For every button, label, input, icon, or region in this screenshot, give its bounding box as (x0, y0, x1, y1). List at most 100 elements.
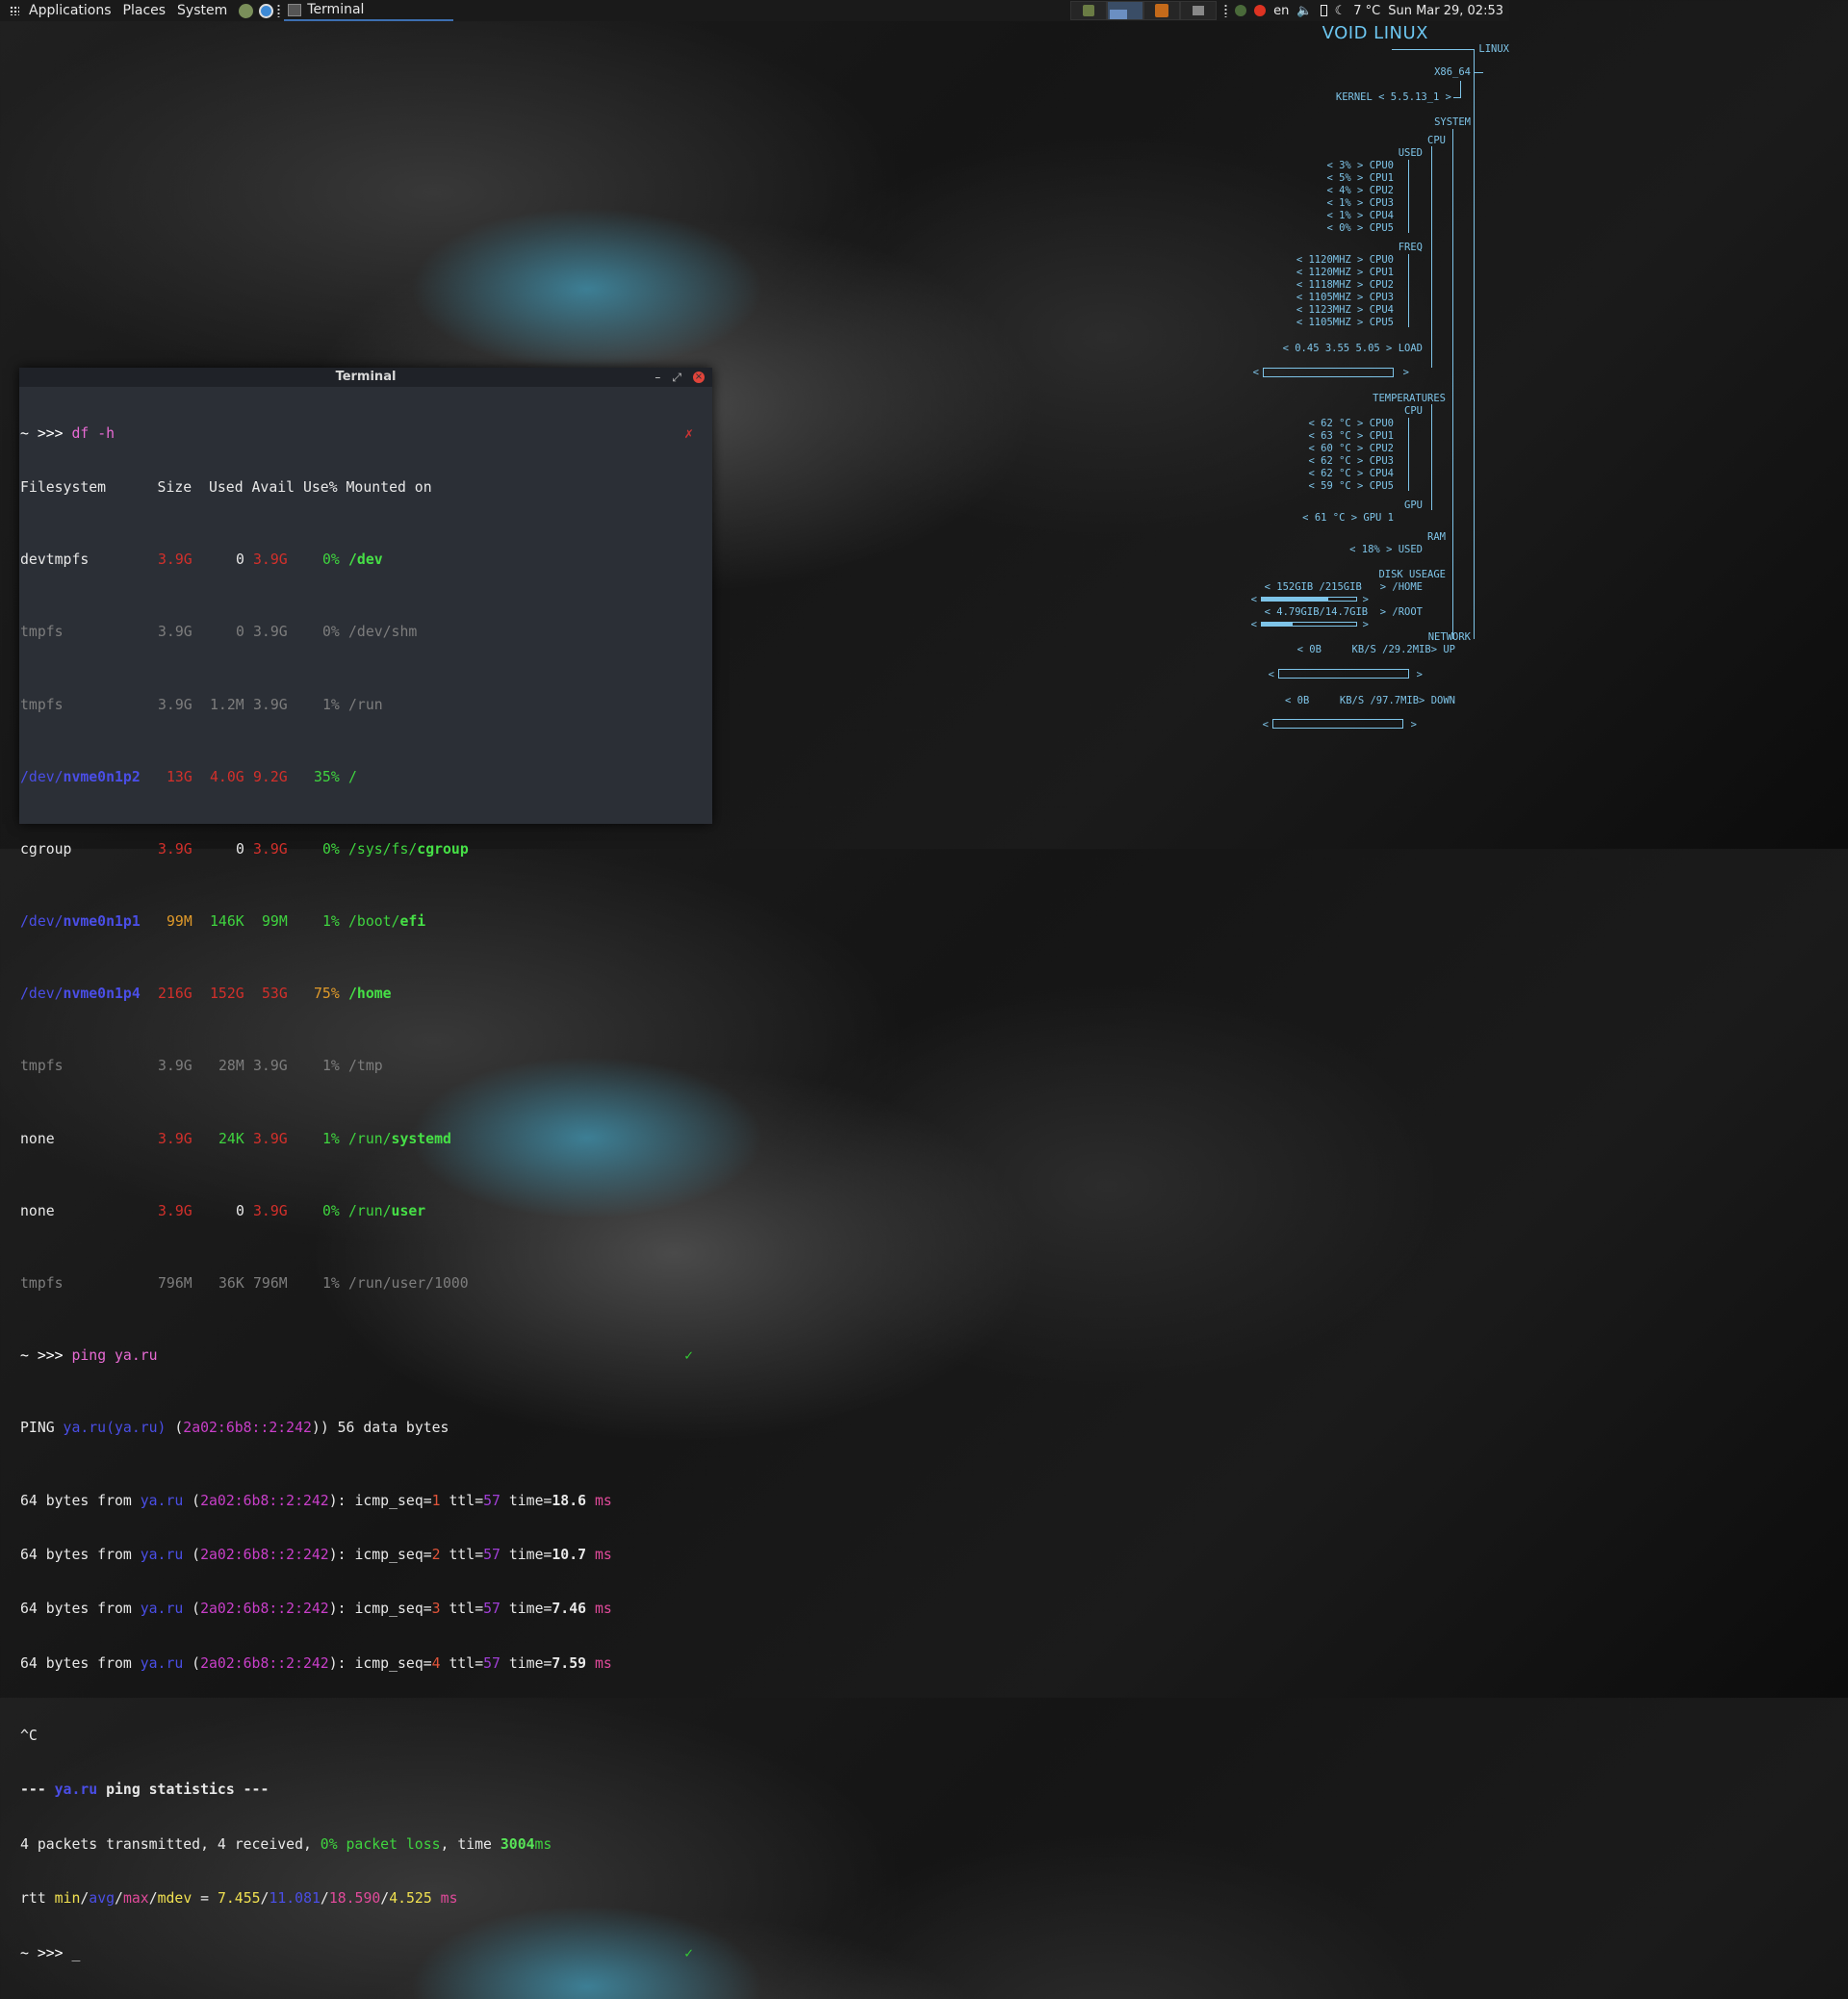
taskbar-terminal[interactable]: Terminal (284, 0, 454, 21)
minimize-icon[interactable]: – (654, 368, 660, 387)
disk-root: < 4.79GIB/14.7GIB > /ROOT (1264, 606, 1423, 618)
interrupt-line: ^C (20, 1727, 38, 1744)
battery-icon[interactable] (1320, 5, 1327, 16)
up-bar-lt: < (1268, 669, 1274, 680)
system-tray: en 🔈 ☾ 7 °C Sun Mar 29, 02:53 (1070, 0, 1509, 21)
ping-stats-rtt: rtt min/avg/max/mdev = 7.455/11.081/18.5… (20, 1890, 458, 1908)
workspace-1[interactable] (1070, 1, 1108, 20)
df-row: /dev/nvme0n1p1 99M 146K 99M 1%/boot/efi (20, 913, 426, 931)
gpu-temp: < 61 °C > GPU 1 (1302, 512, 1394, 524)
ping-line: 64 bytes from ya.ru (2a02:6b8::2:242): i… (20, 1601, 612, 1618)
close-icon[interactable]: × (693, 372, 705, 383)
temp-cpu-4: < 62 °C > CPU4 (1308, 468, 1394, 479)
terminal-icon (288, 3, 302, 16)
conky-system: SYSTEM (1434, 116, 1471, 128)
conky-monitor: VOID LINUX LINUX X86_64 KERNEL < 5.5.13_… (1220, 23, 1509, 774)
df-row: tmpfs 3.9G 28M 3.9G 1%/tmp (20, 1058, 383, 1075)
cpu-used-1: < 5% > CPU1 (1326, 172, 1394, 184)
df-row: devtmpfs 3.9G 0 3.9G 0%/dev (20, 551, 383, 569)
cpu-used-4: < 1% > CPU4 (1326, 210, 1394, 221)
ping-stats-header: --- ya.ru ping statistics --- (20, 1781, 270, 1799)
browser-icon[interactable] (259, 3, 274, 18)
net-down-graph (1272, 719, 1403, 729)
conky-title: VOID LINUX (1322, 23, 1428, 43)
cpu-freq-5: < 1105MHZ > CPU5 (1296, 317, 1394, 328)
conky-linux: LINUX (1478, 43, 1509, 55)
keyboard-layout[interactable]: en (1273, 4, 1289, 18)
volume-icon[interactable]: 🔈 (1296, 4, 1312, 18)
menu-applications[interactable]: Applications (23, 0, 117, 21)
cpu-used-0: < 3% > CPU0 (1326, 160, 1394, 171)
ok-status-icon: ✓ (684, 1347, 693, 1365)
terminal-output[interactable]: ~ >>> df -h ✗ Filesystem Size Used Avail … (19, 387, 712, 1999)
tray-separator (1224, 4, 1228, 17)
maximize-icon[interactable]: ⤢ (672, 368, 681, 387)
cpu-freq-4: < 1123MHZ > CPU4 (1296, 304, 1394, 316)
conky-disk: DISK USEAGE (1378, 569, 1446, 580)
df-row: none 3.9G 24K 3.9G 1%/run/systemd (20, 1130, 451, 1147)
conky-cpu: CPU (1427, 135, 1446, 146)
conky-arch: X86_64 (1434, 66, 1471, 78)
prompt: ~ >>> (20, 1347, 64, 1365)
load-bar-lt: < (1252, 367, 1259, 378)
df-row: none 3.9G 0 3.9G 0%/run/user (20, 1202, 426, 1219)
menu-system[interactable]: System (171, 0, 233, 21)
temp-cpu-0: < 62 °C > CPU0 (1308, 418, 1394, 429)
temp-cpu-2: < 60 °C > CPU2 (1308, 443, 1394, 454)
workspace-3[interactable] (1143, 1, 1181, 20)
ping-line: 64 bytes from ya.ru (2a02:6b8::2:242): i… (20, 1654, 612, 1672)
weather-text[interactable]: 7 °C (1353, 4, 1380, 18)
top-panel: Applications Places System Terminal en 🔈… (0, 0, 1509, 21)
temp-cpu-5: < 59 °C > CPU5 (1308, 480, 1394, 492)
prompt: ~ >>> (20, 1944, 64, 1961)
workspace-2[interactable] (1107, 1, 1144, 20)
df-row: tmpfs 3.9G 1.2M 3.9G 1%/run (20, 696, 383, 713)
net-down: < 0B KB/S /97.7MIB> DOWN (1284, 695, 1455, 706)
menu-places[interactable]: Places (117, 0, 172, 21)
cpu-freq-1: < 1120MHZ > CPU1 (1296, 267, 1394, 278)
conky-freq-label: FREQ (1398, 242, 1423, 253)
terminal-window[interactable]: Terminal – ⤢ × ~ >>> df -h ✗ Filesystem S… (19, 368, 712, 1961)
taskbar-terminal-label: Terminal (307, 2, 365, 17)
disk-home: < 152GIB /215GIB > /HOME (1264, 581, 1423, 593)
ok-status-icon: ✓ (684, 1944, 693, 1961)
prompt: ~ >>> (20, 424, 64, 442)
net-up: < 0B KB/S /29.2MIB> UP (1296, 644, 1455, 655)
net-up-graph (1278, 669, 1409, 679)
temp-cpu-3: < 62 °C > CPU3 (1308, 455, 1394, 467)
workspace-switcher (1070, 1, 1218, 20)
df-row: /dev/nvme0n1p2 13G 4.0G 9.2G 35% / (20, 768, 357, 785)
terminal-title: Terminal (335, 370, 397, 384)
cpu-freq-0: < 1120MHZ > CPU0 (1296, 254, 1394, 266)
root-bar-gt: > (1362, 619, 1369, 630)
conky-temp-cpu: CPU (1404, 405, 1423, 417)
conky-used-label: USED (1398, 147, 1423, 159)
launcher-icon[interactable] (239, 3, 254, 18)
conky-ram: RAM (1427, 531, 1446, 543)
ping-line: 64 bytes from ya.ru (2a02:6b8::2:242): i… (20, 1547, 612, 1563)
ping-stats-tx: 4 packets transmitted, 4 received, 0% pa… (20, 1835, 552, 1853)
clock[interactable]: Sun Mar 29, 02:53 (1388, 4, 1503, 18)
terminal-titlebar[interactable]: Terminal – ⤢ × (19, 368, 712, 387)
tray-alert-icon[interactable] (1254, 5, 1267, 16)
conky-network: NETWORK (1427, 631, 1471, 643)
load-bar-gt: > (1402, 367, 1409, 378)
apps-grid-icon[interactable] (10, 6, 19, 15)
root-bar-lt: < (1250, 619, 1257, 630)
command: ping ya.ru (71, 1347, 158, 1365)
cpu-used-3: < 1% > CPU3 (1326, 197, 1394, 209)
conky-kernel: KERNEL < 5.5.13_1 > (1335, 91, 1451, 103)
workspace-4[interactable] (1180, 1, 1218, 20)
tray-app-icon[interactable] (1235, 5, 1247, 16)
root-disk-bar (1261, 622, 1357, 627)
home-bar-lt: < (1250, 594, 1257, 605)
df-row: cgroup 3.9G 0 3.9G 0%/sys/fs/cgroup (20, 840, 469, 858)
ping-line: 64 bytes from ya.ru (2a02:6b8::2:242): i… (20, 1492, 612, 1509)
conky-gpu: GPU (1404, 500, 1423, 511)
temp-cpu-1: < 63 °C > CPU1 (1308, 430, 1394, 442)
cpu-used-2: < 4% > CPU2 (1326, 185, 1394, 196)
cpu-freq-2: < 1118MHZ > CPU2 (1296, 279, 1394, 291)
cursor[interactable]: _ (71, 1945, 80, 1961)
cpu-freq-3: < 1105MHZ > CPU3 (1296, 292, 1394, 303)
conky-temperatures: TEMPERATURES (1373, 393, 1446, 404)
